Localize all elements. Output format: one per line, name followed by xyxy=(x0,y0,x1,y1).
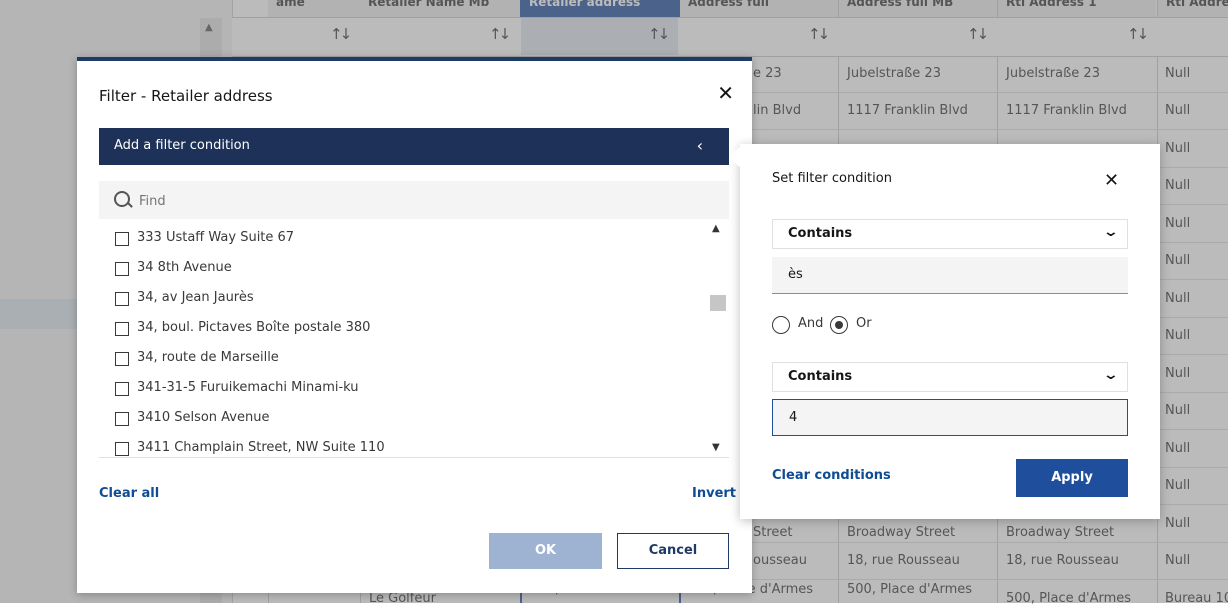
checkbox[interactable] xyxy=(115,382,129,396)
find-box xyxy=(99,181,729,219)
close-icon[interactable]: ✕ xyxy=(717,81,734,105)
ok-button[interactable]: OK xyxy=(489,533,602,569)
radio-or[interactable] xyxy=(830,316,848,334)
search-icon xyxy=(114,191,130,207)
radio-or-label: Or xyxy=(856,316,872,331)
scroll-up-icon[interactable]: ▲ xyxy=(712,223,720,234)
condition-value-1[interactable]: ès xyxy=(772,257,1128,294)
condition-value-2[interactable]: 4 xyxy=(772,399,1128,436)
clear-all-link[interactable]: Clear all xyxy=(99,486,159,501)
find-input[interactable] xyxy=(137,189,681,213)
apply-button[interactable]: Apply xyxy=(1016,459,1128,497)
close-icon[interactable]: ✕ xyxy=(1104,170,1119,191)
radio-and-label: And xyxy=(798,316,824,331)
chevron-down-icon: ⌄ xyxy=(1102,367,1120,383)
add-filter-condition-label: Add a filter condition xyxy=(114,138,250,153)
checkbox[interactable] xyxy=(115,412,129,426)
radio-and[interactable] xyxy=(772,316,790,334)
checkbox[interactable] xyxy=(115,262,129,276)
list-scrollbar[interactable]: ▲ ▼ xyxy=(707,223,729,453)
checkbox[interactable] xyxy=(115,232,129,246)
scroll-down-icon[interactable]: ▼ xyxy=(712,442,720,453)
filter-dialog: Filter - Retailer address ✕ Add a filter… xyxy=(77,57,752,593)
condition-select-1[interactable]: Contains ⌄ xyxy=(772,219,1128,249)
add-filter-condition-button[interactable]: Add a filter condition ‹ xyxy=(99,128,729,165)
value-list: 333 Ustaff Way Suite 67 34 8th Avenue 34… xyxy=(99,219,729,458)
popover-title: Set filter condition xyxy=(772,171,892,186)
chevron-down-icon: ⌄ xyxy=(1102,224,1120,240)
dialog-title: Filter - Retailer address xyxy=(99,87,273,105)
checkbox[interactable] xyxy=(115,292,129,306)
chevron-left-icon: ‹ xyxy=(696,136,703,155)
checkbox[interactable] xyxy=(115,352,129,366)
checkbox[interactable] xyxy=(115,322,129,336)
scroll-thumb[interactable] xyxy=(710,295,726,311)
cancel-button[interactable]: Cancel xyxy=(617,533,729,569)
invert-link[interactable]: Invert xyxy=(692,486,736,501)
filter-condition-popover: Set filter condition ✕ Contains ⌄ ès And… xyxy=(729,144,1160,519)
condition-select-2[interactable]: Contains ⌄ xyxy=(772,362,1128,392)
checkbox[interactable] xyxy=(115,442,129,456)
clear-conditions-link[interactable]: Clear conditions xyxy=(772,468,891,483)
